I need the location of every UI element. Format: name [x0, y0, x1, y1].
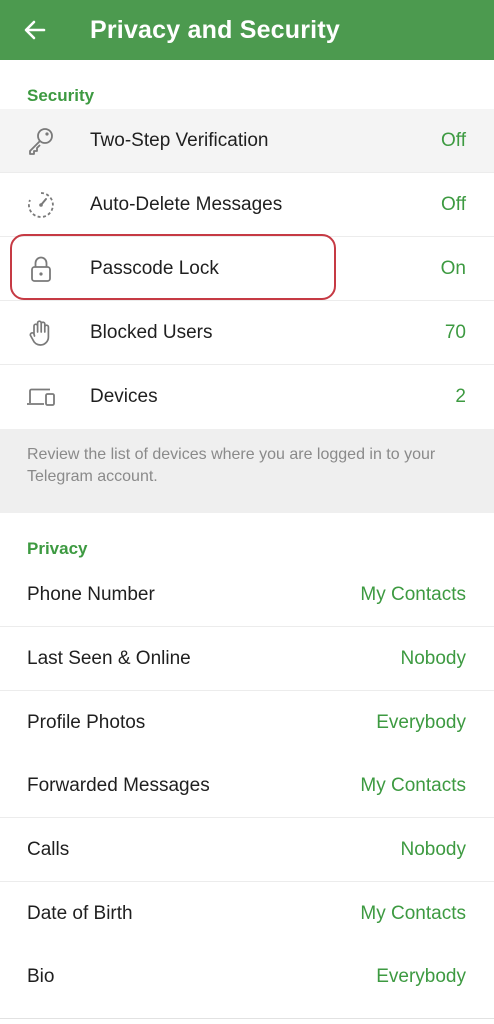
row-bio[interactable]: Bio Everybody: [0, 945, 494, 1009]
row-value: Everybody: [376, 711, 466, 733]
row-value: Everybody: [376, 966, 466, 987]
row-label: Auto-Delete Messages: [90, 193, 283, 215]
row-value: My Contacts: [360, 902, 466, 924]
arrow-left-icon: [24, 20, 46, 40]
section-header-security: Security: [27, 86, 95, 105]
row-auto-delete-messages[interactable]: Auto-Delete Messages Off: [0, 173, 494, 237]
row-label: Blocked Users: [90, 321, 213, 343]
timer-icon: [22, 186, 60, 224]
page-title: Privacy and Security: [90, 15, 340, 44]
row-forwarded-messages[interactable]: Forwarded Messages My Contacts: [0, 754, 494, 818]
row-label: Two-Step Verification: [90, 129, 269, 151]
row-value: My Contacts: [360, 774, 466, 796]
row-label: Devices: [90, 386, 158, 407]
row-value: Nobody: [400, 647, 467, 669]
row-label: Profile Photos: [27, 711, 146, 733]
row-calls[interactable]: Calls Nobody: [0, 818, 494, 882]
row-devices[interactable]: Devices 2: [0, 365, 494, 429]
row-value: 70: [444, 321, 466, 343]
row-value: Off: [441, 193, 466, 215]
row-label: Date of Birth: [27, 902, 133, 924]
hand-icon: [22, 314, 60, 352]
row-profile-photos[interactable]: Profile Photos Everybody: [0, 691, 494, 755]
divider: [0, 1018, 494, 1019]
app-bar: Privacy and Security: [0, 0, 494, 60]
row-label: Calls: [27, 838, 70, 860]
row-last-seen-online[interactable]: Last Seen & Online Nobody: [0, 627, 494, 691]
row-value: 2: [455, 386, 466, 407]
row-label: Bio: [27, 966, 55, 987]
row-two-step-verification[interactable]: Two-Step Verification Off: [0, 109, 494, 173]
key-icon: [22, 122, 60, 160]
section-header-privacy: Privacy: [27, 539, 88, 558]
row-date-of-birth[interactable]: Date of Birth My Contacts: [0, 882, 494, 946]
row-blocked-users[interactable]: Blocked Users 70: [0, 301, 494, 365]
lock-icon: [22, 250, 60, 288]
back-button[interactable]: [0, 0, 70, 60]
row-label: Passcode Lock: [90, 257, 219, 279]
row-passcode-lock[interactable]: Passcode Lock On: [0, 237, 494, 301]
row-value: On: [440, 257, 466, 279]
row-label: Forwarded Messages: [27, 774, 210, 796]
devices-info-text: Review the list of devices where you are…: [0, 429, 494, 513]
devices-icon: [22, 378, 60, 416]
row-phone-number[interactable]: Phone Number My Contacts: [0, 563, 494, 627]
row-value: Off: [441, 129, 466, 151]
row-value: Nobody: [400, 838, 467, 860]
row-label: Phone Number: [27, 583, 155, 605]
row-value: My Contacts: [360, 583, 466, 605]
row-label: Last Seen & Online: [27, 647, 191, 669]
